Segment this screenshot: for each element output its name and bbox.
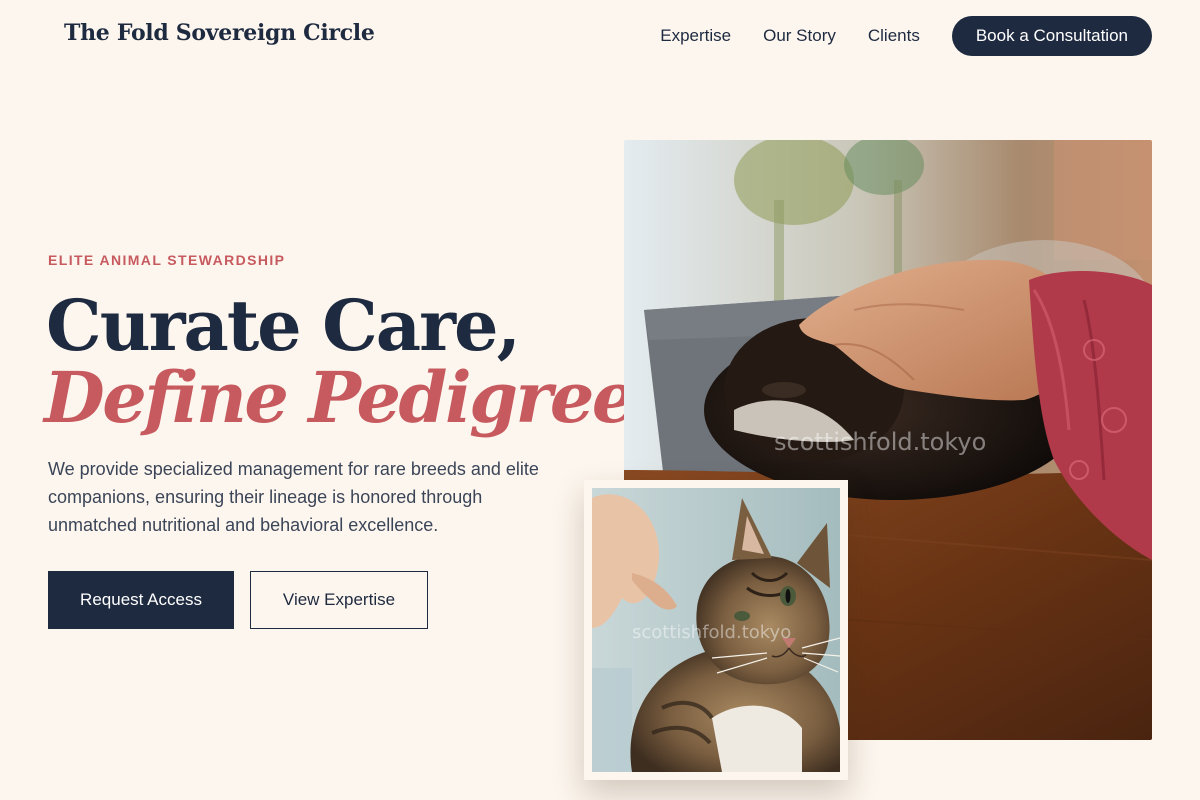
site-header: The Fold Sovereign Circle Expertise Our …: [0, 0, 1200, 72]
main-nav: Expertise Our Story Clients Book a Consu…: [660, 16, 1152, 56]
nav-link-clients[interactable]: Clients: [868, 26, 920, 46]
view-expertise-button[interactable]: View Expertise: [250, 571, 428, 629]
site-logo[interactable]: The Fold Sovereign Circle: [64, 20, 375, 46]
book-consultation-button[interactable]: Book a Consultation: [951, 16, 1152, 56]
tabby-cat-illustration: scottishfold.tokyo: [592, 488, 840, 772]
nav-link-expertise[interactable]: Expertise: [660, 26, 731, 46]
hero-description: We provide specialized management for ra…: [48, 459, 539, 535]
main-photo-watermark: scottishfold.tokyo: [774, 428, 986, 456]
inset-photo: scottishfold.tokyo: [592, 488, 840, 772]
inset-photo-frame: scottishfold.tokyo: [584, 480, 848, 780]
inset-photo-watermark: scottishfold.tokyo: [632, 622, 791, 643]
hero-eyebrow: ELITE ANIMAL STEWARDSHIP: [48, 252, 286, 268]
nav-link-our-story[interactable]: Our Story: [763, 26, 836, 46]
request-access-button[interactable]: Request Access: [48, 571, 234, 629]
hero-headline-line2: Define Pedigree.: [44, 356, 658, 439]
